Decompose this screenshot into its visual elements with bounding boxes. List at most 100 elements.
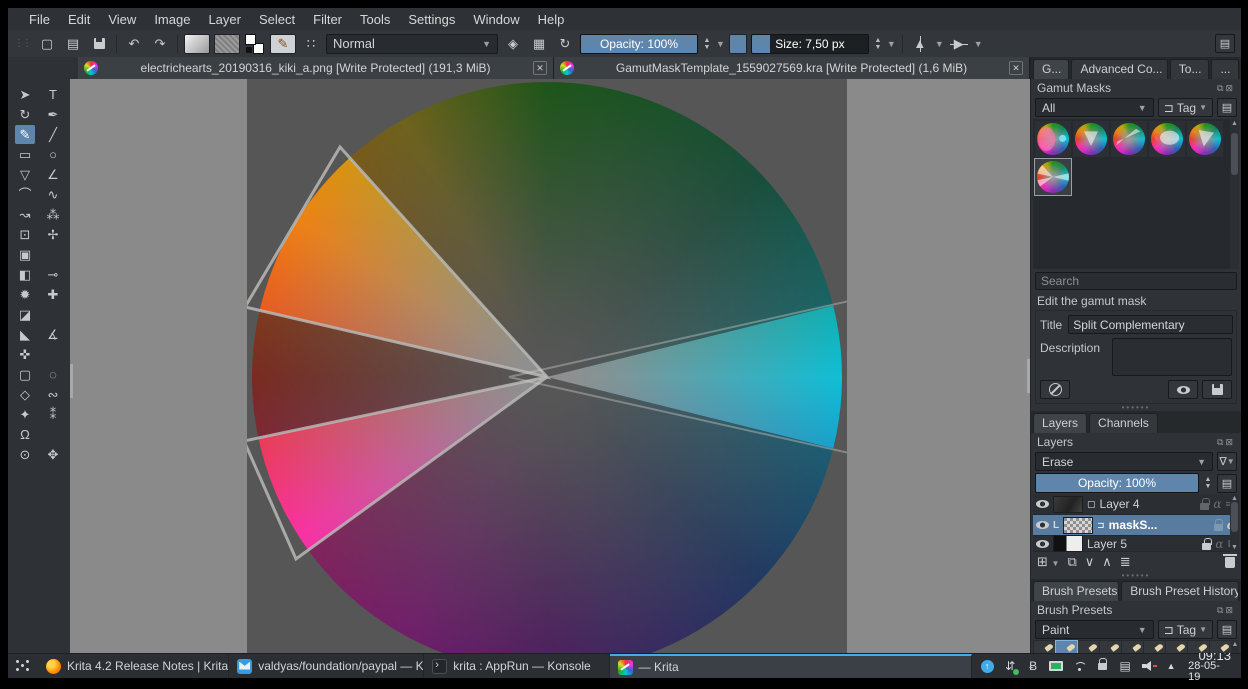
layer-filter-button[interactable]: ∇ ▼ — [1217, 452, 1237, 471]
layer-thumbnail[interactable] — [1053, 495, 1083, 513]
chevron-down-icon[interactable]: ▼ — [887, 39, 896, 49]
scroll-up-icon[interactable]: ▲ — [1231, 641, 1239, 648]
brush-preset-grid-icon[interactable]: ∷ — [300, 34, 322, 54]
mask-description-input[interactable] — [1112, 338, 1232, 376]
save-mask-button[interactable] — [1202, 380, 1232, 399]
menu-item-settings[interactable]: Settings — [399, 12, 464, 27]
brush-editor-button[interactable]: ✎ — [270, 33, 296, 54]
mask-title-input[interactable] — [1068, 315, 1234, 334]
menu-item-view[interactable]: View — [99, 12, 145, 27]
size-slider[interactable]: Size: 7,50 px — [750, 33, 869, 54]
move-layer-up-button[interactable]: ∧ — [1102, 554, 1112, 570]
delete-layer-button[interactable] — [1223, 553, 1237, 568]
rectangle-tool[interactable]: ▭ — [15, 145, 35, 164]
toolbar-drag-handle[interactable]: ⋮⋮ — [14, 38, 32, 49]
layer-visibility-icon[interactable] — [1036, 521, 1049, 529]
tag-button[interactable]: ⊐ Tag ▼ — [1157, 98, 1213, 117]
polyline-tool[interactable]: ∠ — [43, 165, 63, 184]
preview-mask-button[interactable] — [1168, 380, 1198, 399]
brush-preset-1[interactable] — [1034, 641, 1055, 653]
mirror-horizontal-icon[interactable]: ▲ — [909, 34, 931, 54]
app-launcher-button[interactable] — [8, 654, 38, 678]
canvas-scrollbar-left[interactable] — [70, 364, 73, 398]
tab-more[interactable]: ... — [1211, 59, 1240, 79]
line-tool[interactable]: ╱ — [43, 125, 63, 144]
duplicate-layer-button[interactable]: ⧉ — [1067, 554, 1076, 570]
layer-visibility-icon[interactable] — [1036, 500, 1049, 508]
gamut-mask-split-complementary[interactable] — [1034, 158, 1072, 196]
brush-preset-2[interactable] — [1055, 640, 1078, 653]
layer-list-scrollbar[interactable]: ▲ ▼ — [1230, 494, 1239, 552]
gamut-mask-dot-ellipse[interactable] — [1149, 121, 1185, 157]
ellipse-tool[interactable]: ○ — [43, 145, 63, 164]
lock-icon[interactable] — [1200, 498, 1210, 510]
fg-bg-colors[interactable] — [244, 33, 266, 55]
mirror-vertical-icon[interactable]: ▶ — [948, 34, 970, 54]
display-config-button[interactable]: ▤ — [1217, 98, 1237, 117]
colorize-mask-tool[interactable]: ✹ — [15, 285, 35, 304]
ellipse-select-tool[interactable]: ◌ — [43, 365, 63, 384]
save-document-icon[interactable] — [88, 34, 110, 54]
assistants-tool[interactable]: ◣ — [15, 325, 35, 344]
crop-tool[interactable]: ▣ — [15, 245, 35, 264]
canvas-scrollbar-right[interactable] — [1027, 359, 1030, 393]
gradient-tool[interactable]: ◧ — [15, 265, 35, 284]
brush-preset-3[interactable] — [1078, 641, 1099, 653]
move-tool[interactable]: ✢ — [43, 225, 63, 244]
brush-grid-scrollbar[interactable]: ▲ — [1231, 640, 1239, 653]
opacity-spinner[interactable]: ▲ ▼ — [702, 37, 712, 51]
menu-item-image[interactable]: Image — [145, 12, 199, 27]
close-docker-icon[interactable]: ⊠ — [1225, 437, 1235, 447]
layer-opacity-spinner[interactable]: ▲ ▼ — [1203, 476, 1213, 490]
task-konsole[interactable]: krita : AppRun — Konsole — [424, 654, 610, 678]
layer-row-layer5[interactable]: Layer 5 α ▦ — [1033, 535, 1239, 552]
layer-opacity-slider[interactable]: Opacity: 100% — [1035, 473, 1199, 493]
close-docker-icon[interactable]: ⊠ — [1225, 605, 1235, 615]
docker-splitter[interactable]: •••••• — [1031, 572, 1241, 580]
new-document-icon[interactable]: ▢ — [36, 34, 58, 54]
chevron-down-icon[interactable]: ▼ — [716, 39, 725, 49]
color-sampler-tool[interactable]: ⊸ — [43, 265, 63, 284]
brush-preset-7[interactable] — [1166, 641, 1187, 653]
menu-item-filter[interactable]: Filter — [304, 12, 351, 27]
close-icon[interactable]: ✕ — [533, 61, 547, 75]
bluetooth-icon[interactable]: Ƀ — [1026, 659, 1040, 673]
brush-preset-4[interactable] — [1100, 641, 1121, 653]
cancel-edit-button[interactable] — [1040, 380, 1070, 399]
menu-item-layer[interactable]: Layer — [199, 12, 250, 27]
magnetic-select-tool[interactable]: Ω — [15, 425, 35, 444]
search-input[interactable] — [1035, 272, 1237, 290]
brush-display-config-button[interactable]: ▤ — [1217, 620, 1237, 639]
calligraphy-tool[interactable]: ✒ — [43, 105, 63, 124]
workspace-chooser-button[interactable]: ▤ — [1215, 34, 1235, 53]
scroll-up-icon[interactable]: ▲ — [1230, 120, 1239, 127]
update-icon[interactable]: ↑ — [980, 659, 994, 673]
multibrush-tool[interactable]: ⁂ — [43, 205, 63, 224]
menu-item-window[interactable]: Window — [464, 12, 528, 27]
gamut-mask-dominant-accent[interactable] — [1035, 121, 1071, 157]
smart-patch-tool[interactable]: ✚ — [43, 285, 63, 304]
layer-name[interactable]: Layer 5 — [1087, 537, 1198, 551]
freehand-brush-tool[interactable]: ✎ — [15, 125, 35, 144]
redo-icon[interactable]: ↷ — [149, 34, 171, 54]
brush-preset-6[interactable] — [1144, 641, 1165, 653]
dynamic-brush-tool[interactable]: ↝ — [15, 205, 35, 224]
tab-advanced-color[interactable]: Advanced Co... — [1071, 59, 1168, 79]
text-tool[interactable]: T — [43, 85, 63, 104]
close-docker-icon[interactable]: ⊠ — [1225, 83, 1235, 93]
mask-grid-scrollbar[interactable]: ▲ — [1230, 119, 1239, 269]
tab-brush-presets[interactable]: Brush Presets — [1033, 581, 1120, 601]
menu-item-select[interactable]: Select — [250, 12, 304, 27]
gamut-mask-sliver[interactable] — [1111, 121, 1147, 157]
add-layer-button[interactable]: ⊞ ▼ — [1037, 554, 1059, 570]
doc-tab-gamutmask[interactable]: GamutMaskTemplate_1559027569.kra [Write … — [554, 57, 1030, 79]
transform-tool[interactable]: ⊡ — [15, 225, 35, 244]
opacity-slider[interactable]: Opacity: 100% — [580, 33, 698, 54]
freehand-select-tool[interactable]: ∾ — [43, 385, 63, 404]
scroll-up-icon[interactable]: ▲ — [1230, 495, 1239, 502]
scrollbar-thumb[interactable] — [1231, 133, 1238, 175]
menu-item-edit[interactable]: Edit — [59, 12, 99, 27]
brush-filter-dropdown[interactable]: Paint ▼ — [1035, 620, 1154, 639]
similar-select-tool[interactable]: ⁑ — [43, 405, 63, 424]
preserve-alpha-icon[interactable]: ▦ — [528, 34, 550, 54]
